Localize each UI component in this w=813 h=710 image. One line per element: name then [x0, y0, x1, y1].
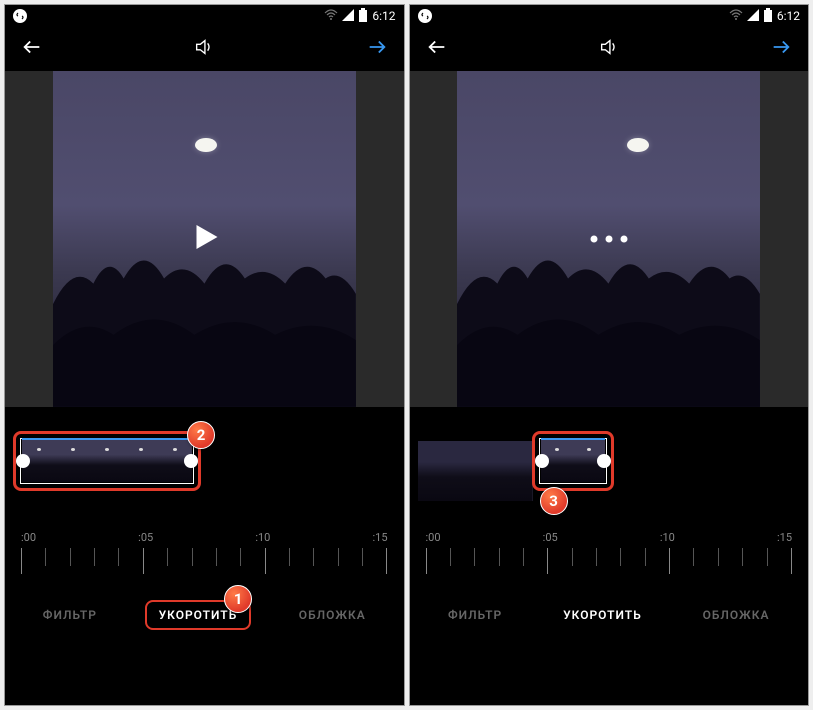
- time-ruler: :00 :05 :10 :15: [410, 531, 809, 591]
- annotation-badge-1: 1: [224, 585, 252, 613]
- tab-filter[interactable]: ФИЛЬТР: [31, 602, 109, 628]
- tab-filter[interactable]: ФИЛЬТР: [436, 602, 514, 628]
- next-arrow-icon[interactable]: [770, 36, 792, 62]
- video-preview[interactable]: [410, 71, 809, 407]
- tab-cover[interactable]: ОБЛОЖКА: [287, 602, 378, 628]
- ruler-tick-0: :00: [426, 531, 441, 544]
- annotation-badge-3: 3: [540, 487, 568, 515]
- wifi-icon: [729, 9, 743, 24]
- shazam-icon: [13, 9, 27, 23]
- signal-icon: [342, 9, 354, 24]
- time-ruler: :00 :05 :10 :15: [5, 531, 404, 591]
- ruler-tick-0: :00: [21, 531, 36, 544]
- sound-icon[interactable]: [193, 36, 215, 62]
- next-arrow-icon[interactable]: [366, 36, 388, 62]
- shazam-icon: [418, 9, 432, 23]
- tabs: ФИЛЬТР УКОРОТИТЬ ОБЛОЖКА: [410, 591, 809, 639]
- tab-cover[interactable]: ОБЛОЖКА: [691, 602, 782, 628]
- back-arrow-icon[interactable]: [426, 36, 448, 62]
- tabs: ФИЛЬТР УКОРОТИТЬ ОБЛОЖКА 1: [5, 591, 404, 639]
- trim-filmstrip[interactable]: 3: [410, 431, 809, 511]
- phone-left: 6:12: [4, 4, 405, 706]
- trim-handle-right[interactable]: [597, 454, 611, 468]
- status-bar: 6:12: [5, 5, 404, 27]
- trim-filmstrip[interactable]: 2: [5, 431, 404, 511]
- status-time: 6:12: [777, 9, 800, 23]
- phone-right: 6:12: [409, 4, 810, 706]
- trim-handle-left[interactable]: [16, 454, 30, 468]
- play-icon[interactable]: [186, 219, 222, 259]
- trim-handle-left[interactable]: [535, 454, 549, 468]
- ruler-tick-15: :15: [372, 531, 387, 544]
- video-preview[interactable]: [5, 71, 404, 407]
- ruler-tick-10: :10: [255, 531, 270, 544]
- ruler-tick-10: :10: [660, 531, 675, 544]
- status-time: 6:12: [372, 9, 395, 23]
- ruler-tick-15: :15: [777, 531, 792, 544]
- loading-dots-icon: [590, 236, 627, 243]
- sound-icon[interactable]: [598, 36, 620, 62]
- ruler-tick-5: :05: [138, 531, 153, 544]
- trim-handle-right[interactable]: [184, 454, 198, 468]
- ruler-tick-5: :05: [543, 531, 558, 544]
- wifi-icon: [324, 9, 338, 24]
- tab-trim[interactable]: УКОРОТИТЬ: [551, 602, 654, 628]
- top-bar: [410, 27, 809, 71]
- back-arrow-icon[interactable]: [21, 36, 43, 62]
- signal-icon: [747, 9, 759, 24]
- annotation-badge-2: 2: [187, 421, 215, 449]
- top-bar: [5, 27, 404, 71]
- battery-icon: [763, 8, 773, 25]
- battery-icon: [358, 8, 368, 25]
- status-bar: 6:12: [410, 5, 809, 27]
